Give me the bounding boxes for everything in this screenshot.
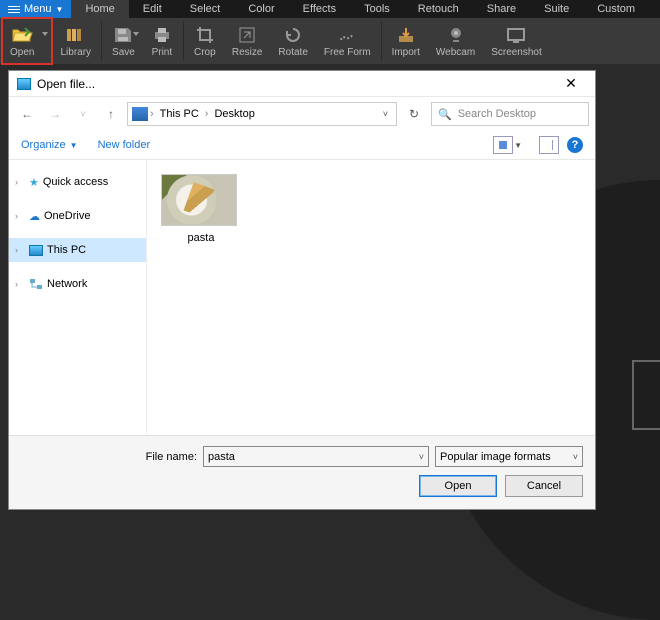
network-icon: [29, 278, 43, 290]
save-button[interactable]: Save: [104, 18, 143, 64]
print-icon: [151, 25, 173, 45]
organize-button[interactable]: Organize ▼: [21, 139, 78, 151]
chevron-down-icon: ▼: [70, 141, 78, 150]
tree-quick-access[interactable]: › ★ Quick access: [9, 170, 146, 194]
dialog-titlebar: Open file... ✕: [9, 71, 595, 97]
save-icon: [112, 25, 134, 45]
dialog-title: Open file...: [37, 77, 95, 91]
library-button[interactable]: Library: [52, 18, 99, 64]
tab-effects[interactable]: Effects: [289, 0, 350, 18]
rotate-icon: [282, 25, 304, 45]
file-thumbnail: [161, 174, 237, 226]
top-menu-bar: Menu ▼ Home Edit Select Color Effects To…: [0, 0, 660, 18]
search-placeholder: Search Desktop: [458, 108, 536, 120]
resize-button[interactable]: Resize: [224, 18, 271, 64]
up-button[interactable]: ↑: [99, 102, 123, 126]
dialog-navbar: ← → ˅ ↑ › This PC › Desktop ˅ ↻ 🔍 Search…: [9, 97, 595, 131]
resize-icon: [236, 25, 258, 45]
cloud-icon: ☁: [29, 210, 40, 223]
path-segment[interactable]: Desktop: [210, 108, 258, 120]
chevron-down-icon: ▼: [514, 141, 522, 150]
file-name: pasta: [161, 232, 241, 244]
refresh-button[interactable]: ↻: [401, 102, 427, 126]
chevron-down-icon: ˅: [573, 452, 578, 462]
hamburger-icon: [8, 4, 20, 15]
open-button[interactable]: Open: [2, 18, 52, 64]
folder-tree: › ★ Quick access › ☁ OneDrive › This PC …: [9, 160, 147, 435]
file-list[interactable]: pasta: [147, 160, 595, 435]
tree-network[interactable]: › Network: [9, 272, 146, 296]
menu-label: Menu: [24, 3, 52, 15]
rotate-button[interactable]: Rotate: [270, 18, 315, 64]
forward-button[interactable]: →: [43, 102, 67, 126]
filename-label: File name:: [146, 451, 197, 463]
cancel-button[interactable]: Cancel: [505, 475, 583, 497]
open-file-dialog: Open file... ✕ ← → ˅ ↑ › This PC › Deskt…: [8, 70, 596, 510]
chevron-down-icon: [42, 32, 48, 36]
library-icon: [65, 25, 87, 45]
recent-dropdown[interactable]: ˅: [71, 102, 95, 126]
tab-select[interactable]: Select: [176, 0, 235, 18]
tab-edit[interactable]: Edit: [129, 0, 176, 18]
expand-icon[interactable]: ›: [15, 279, 25, 289]
open-button[interactable]: Open: [419, 475, 497, 497]
tab-suite[interactable]: Suite: [530, 0, 583, 18]
menu-button[interactable]: Menu ▼: [0, 0, 71, 18]
back-button[interactable]: ←: [15, 102, 39, 126]
search-input[interactable]: 🔍 Search Desktop: [431, 102, 589, 126]
tree-this-pc[interactable]: › This PC: [9, 238, 146, 262]
expand-icon[interactable]: ›: [15, 177, 25, 187]
expand-icon[interactable]: ›: [15, 211, 25, 221]
file-item[interactable]: pasta: [161, 174, 241, 244]
new-folder-button[interactable]: New folder: [98, 139, 151, 151]
path-breadcrumb[interactable]: › This PC › Desktop ˅: [127, 102, 397, 126]
crop-icon: [194, 25, 216, 45]
tab-color[interactable]: Color: [234, 0, 288, 18]
search-icon: 🔍: [438, 108, 452, 121]
path-root[interactable]: This PC: [156, 108, 203, 120]
expand-icon[interactable]: ›: [15, 245, 25, 255]
close-button[interactable]: ✕: [555, 75, 587, 92]
preview-pane-button[interactable]: [539, 136, 559, 154]
chevron-down-icon: [133, 32, 139, 36]
print-button[interactable]: Print: [143, 18, 181, 64]
freeform-icon: [336, 25, 358, 45]
pc-icon: [29, 245, 43, 256]
screenshot-icon: [505, 25, 527, 45]
canvas-hint: [632, 360, 660, 430]
crop-button[interactable]: Crop: [186, 18, 224, 64]
app-icon: [17, 78, 31, 90]
filename-input[interactable]: pasta ˅: [203, 446, 429, 467]
tab-retouch[interactable]: Retouch: [404, 0, 473, 18]
tab-home[interactable]: Home: [71, 0, 128, 18]
ribbon-toolbar: Open Library Save Print Crop Resize: [0, 18, 660, 64]
chevron-down-icon[interactable]: ˅: [419, 452, 424, 462]
pc-icon: [132, 107, 148, 121]
screenshot-button[interactable]: Screenshot: [483, 18, 550, 64]
tab-share[interactable]: Share: [473, 0, 530, 18]
help-button[interactable]: ?: [567, 137, 583, 153]
webcam-icon: [445, 25, 467, 45]
folder-open-icon: [11, 25, 33, 45]
chevron-right-icon: ›: [205, 108, 209, 120]
tree-onedrive[interactable]: › ☁ OneDrive: [9, 204, 146, 228]
view-button[interactable]: ▼: [493, 136, 513, 154]
star-icon: ★: [29, 176, 39, 189]
import-button[interactable]: Import: [384, 18, 428, 64]
chevron-down-icon: ▼: [56, 5, 64, 14]
dialog-toolbar: Organize ▼ New folder ▼ ?: [9, 131, 595, 159]
chevron-right-icon: ›: [150, 108, 154, 120]
freeform-button[interactable]: Free Form: [316, 18, 379, 64]
dialog-footer: File name: pasta ˅ Popular image formats…: [9, 435, 595, 509]
chevron-down-icon[interactable]: ˅: [379, 109, 392, 119]
file-type-filter[interactable]: Popular image formats ˅: [435, 446, 583, 467]
webcam-button[interactable]: Webcam: [428, 18, 483, 64]
tab-tools[interactable]: Tools: [350, 0, 404, 18]
tab-custom[interactable]: Custom: [583, 0, 649, 18]
import-icon: [395, 25, 417, 45]
